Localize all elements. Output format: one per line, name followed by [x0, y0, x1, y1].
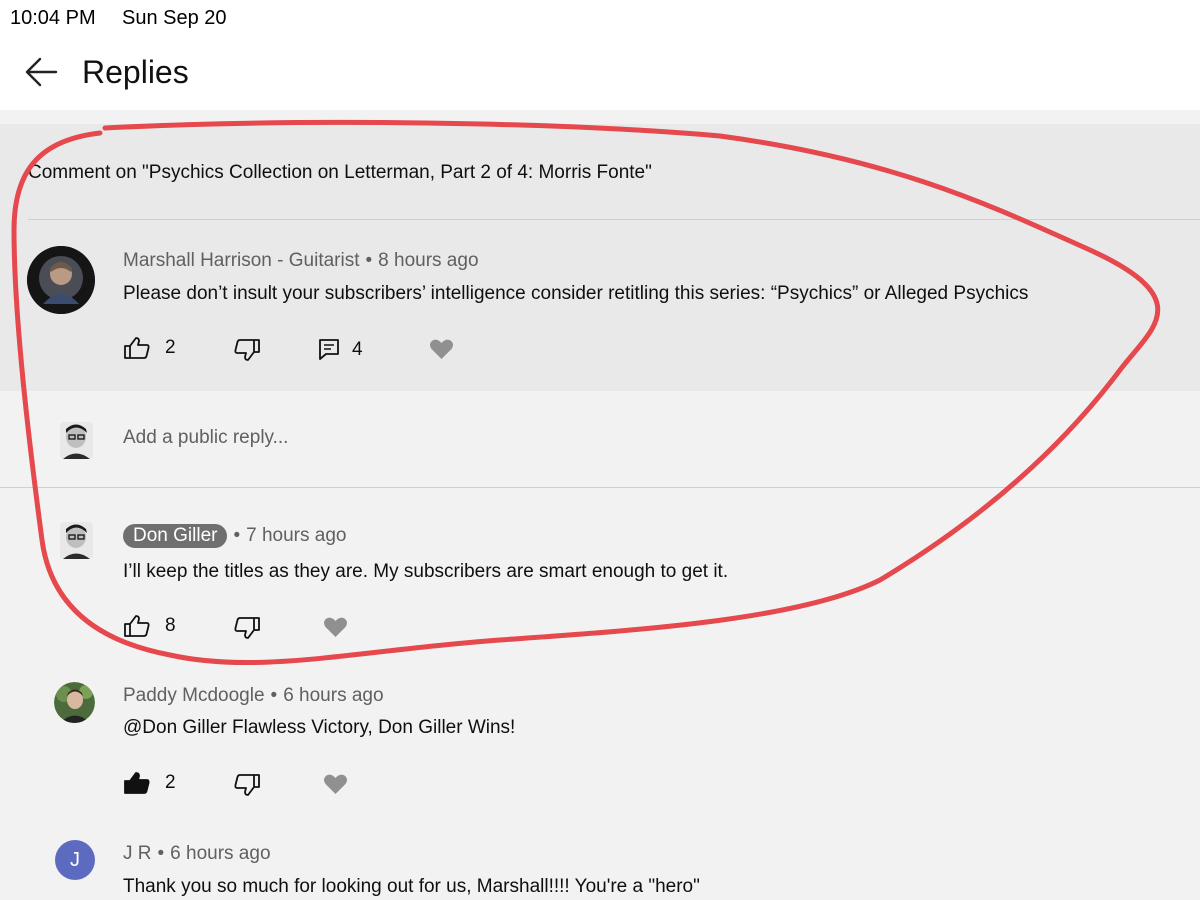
reply-comment-icon	[319, 339, 339, 360]
avatar[interactable]	[54, 682, 95, 723]
separator-dot: •	[157, 843, 165, 864]
reply-time: 6 hours ago	[170, 843, 271, 864]
heart-button[interactable]	[323, 773, 348, 795]
comment-text: Please don’t insult your subscribers’ in…	[123, 283, 1029, 304]
thumbs-up-icon	[124, 615, 150, 637]
thumbs-down-icon	[234, 339, 260, 361]
status-time: 10:04 PM	[10, 7, 96, 29]
separator-dot: •	[233, 525, 241, 546]
dislike-button[interactable]	[233, 773, 261, 797]
like-count: 2	[165, 772, 176, 793]
reply-text: @Don Giller Flawless Victory, Don Giller…	[123, 717, 516, 738]
reply-author[interactable]: J R	[123, 843, 152, 864]
reply-text: Thank you so much for looking out for us…	[123, 876, 700, 897]
heart-button[interactable]	[323, 616, 348, 638]
like-count: 8	[165, 615, 176, 636]
comment-meta: Marshall Harrison - Guitarist • 8 hours ag…	[123, 250, 479, 272]
thumbs-down-icon	[234, 774, 260, 796]
thumbs-up-icon	[124, 772, 150, 794]
reply-meta: Paddy Mcdoogle • 6 hours ago	[123, 685, 384, 707]
avatar[interactable]	[27, 246, 95, 314]
divider	[28, 219, 1200, 220]
reply-meta: J R • 6 hours ago	[123, 843, 271, 865]
back-button[interactable]	[20, 54, 62, 90]
heart-icon	[323, 774, 348, 794]
heart-button[interactable]	[429, 338, 454, 360]
creator-name-chip[interactable]: Don Giller	[123, 524, 228, 548]
comment-time: 8 hours ago	[378, 250, 479, 271]
video-context-text: Comment on "Psychics Collection on Lette…	[28, 162, 652, 183]
dislike-button[interactable]	[233, 616, 261, 640]
comment-author[interactable]: Marshall Harrison - Guitarist	[123, 250, 360, 271]
reply-time: 7 hours ago	[246, 525, 347, 546]
heart-icon	[323, 617, 348, 637]
separator-dot: •	[365, 250, 373, 271]
page-title: Replies	[82, 54, 189, 90]
reply-text: I’ll keep the titles as they are. My sub…	[123, 561, 729, 582]
reply-meta: Don Giller • 7 hours ago	[123, 524, 347, 548]
divider	[0, 487, 1200, 488]
avatar[interactable]	[60, 522, 93, 559]
like-button[interactable]: 8	[123, 614, 176, 638]
avatar[interactable]: J	[55, 840, 95, 880]
arrow-left-icon	[25, 57, 58, 87]
thumbs-up-icon	[124, 337, 150, 359]
status-date: Sun Sep 20	[122, 7, 227, 29]
thumbs-down-icon	[234, 617, 260, 639]
dislike-button[interactable]	[233, 338, 261, 362]
app-header: Replies	[0, 34, 1200, 110]
reply-author[interactable]: Paddy Mcdoogle	[123, 685, 265, 706]
reply-time: 6 hours ago	[283, 685, 384, 706]
heart-icon	[429, 339, 454, 359]
like-count: 2	[165, 337, 176, 358]
like-button[interactable]: 2	[123, 336, 176, 360]
reply-button[interactable]: 4	[318, 338, 363, 362]
status-bar: 10:04 PM Sun Sep 20	[0, 0, 1200, 34]
main-comment-section: Comment on "Psychics Collection on Lette…	[0, 124, 1200, 391]
avatar-letter: J	[70, 849, 80, 871]
separator-dot: •	[270, 685, 278, 706]
like-button[interactable]: 2	[123, 771, 176, 795]
reply-composer	[0, 391, 1200, 488]
reply-count: 4	[352, 339, 363, 360]
avatar	[60, 422, 93, 459]
reply-input[interactable]	[123, 427, 823, 449]
